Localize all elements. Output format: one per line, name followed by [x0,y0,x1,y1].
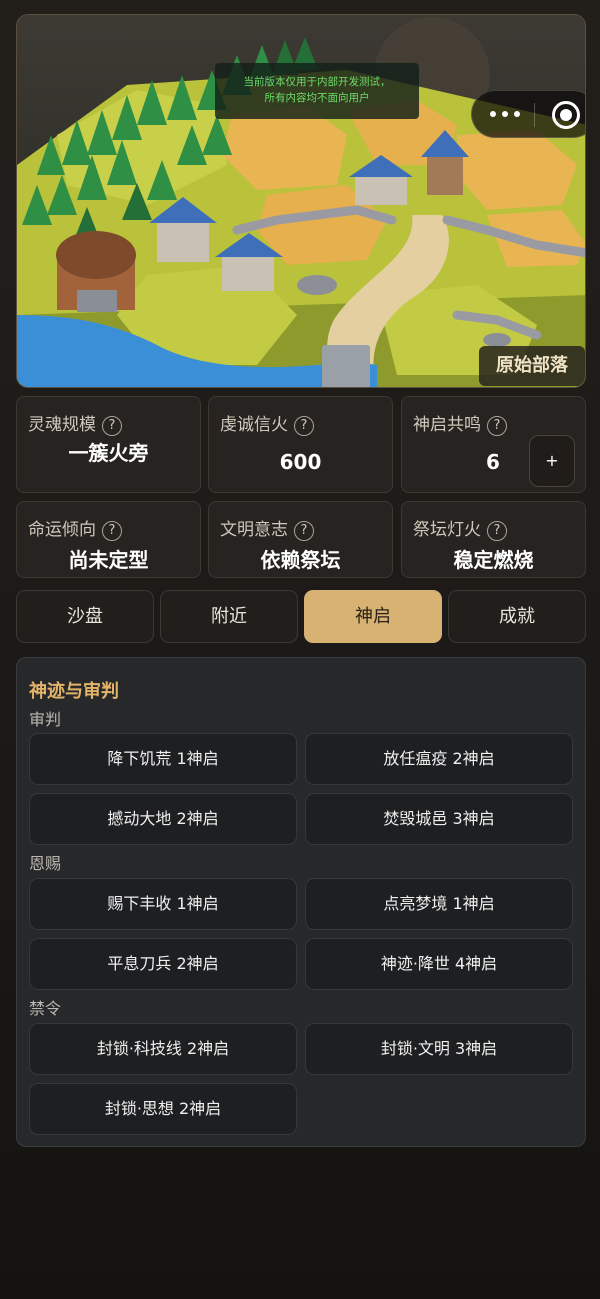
question-circle-icon[interactable]: ? [102,521,122,541]
stat-fate-tendency: 命运倾向? 尚未定型 [16,501,201,578]
stat-civilization-will: 文明意志? 依赖祭坛 [208,501,393,578]
tab-achievements[interactable]: 成就 [448,590,586,643]
miracle-button[interactable]: 撼动大地 2神启 [29,793,297,845]
capsule-divider [534,103,535,127]
stat-soul-scale: 灵魂规模? 一簇火旁 [16,396,201,493]
miracle-button[interactable]: 焚毁城邑 3神启 [305,793,573,845]
miracle-button[interactable]: 降下饥荒 1神启 [29,733,297,785]
stat-value: 一簇火旁 [68,441,149,465]
miracle-button[interactable]: 放任瘟疫 2神启 [305,733,573,785]
more-dots-icon[interactable] [490,105,526,125]
miracle-button[interactable]: 封锁·思想 2神启 [29,1083,297,1135]
miracle-button[interactable]: 封锁·文明 3神启 [305,1023,573,1075]
target-circle-icon[interactable] [552,101,580,129]
stat-value: 依赖祭坛 [260,548,341,572]
stat-label: 灵魂规模 [28,415,96,435]
tab-nearby[interactable]: 附近 [160,590,298,643]
stat-label: 文明意志 [220,520,288,540]
stat-label: 虔诚信火 [220,415,288,435]
mini-program-capsule [471,90,585,138]
question-circle-icon[interactable]: ? [487,521,507,541]
question-circle-icon[interactable]: ? [294,521,314,541]
group-label-judgment: 审判 [29,710,62,729]
civilization-stage-badge: 原始部落 [479,346,585,386]
tab-sandbox[interactable]: 沙盘 [16,590,154,643]
stat-value: 稳定燃烧 [453,548,534,572]
miracle-button[interactable]: 平息刀兵 2神启 [29,938,297,990]
stat-altar-light: 祭坛灯火? 稳定燃烧 [401,501,586,578]
miracle-button[interactable]: 神迹·降世 4神启 [305,938,573,990]
sandbox-scene: 当前版本仅用于内部开发测试， 所有内容均不面向用户 原始部落 [16,14,586,388]
stat-revelation-resonance: 神启共鸣? 6 + [401,396,586,493]
question-circle-icon[interactable]: ? [102,416,122,436]
stat-label: 神启共鸣 [413,415,481,435]
miracle-button[interactable]: 赐下丰收 1神启 [29,878,297,930]
stat-value: 600 [279,450,322,474]
internal-test-notice: 当前版本仅用于内部开发测试， 所有内容均不面向用户 [215,63,419,119]
stat-faith-fire: 虔诚信火? 600 [208,396,393,493]
notice-line-1: 当前版本仅用于内部开发测试， [243,76,391,88]
stat-label: 命运倾向 [28,520,96,540]
add-resonance-button[interactable]: + [529,435,575,487]
panel-title: 神迹与审判 [29,681,119,702]
group-label-grace: 恩赐 [29,854,62,873]
question-circle-icon[interactable]: ? [294,416,314,436]
tab-revelation[interactable]: 神启 [304,590,442,643]
notice-line-2: 所有内容均不面向用户 [264,92,370,104]
miracle-button[interactable]: 点亮梦境 1神启 [305,878,573,930]
stat-label: 祭坛灯火 [413,520,481,540]
group-label-prohibition: 禁令 [29,999,62,1018]
question-circle-icon[interactable]: ? [487,416,507,436]
miracles-panel: 神迹与审判 审判 降下饥荒 1神启 放任瘟疫 2神启 撼动大地 2神启 焚毁城邑… [16,657,586,1147]
stat-value: 尚未定型 [68,548,149,572]
miracle-button[interactable]: 封锁·科技线 2神启 [29,1023,297,1075]
